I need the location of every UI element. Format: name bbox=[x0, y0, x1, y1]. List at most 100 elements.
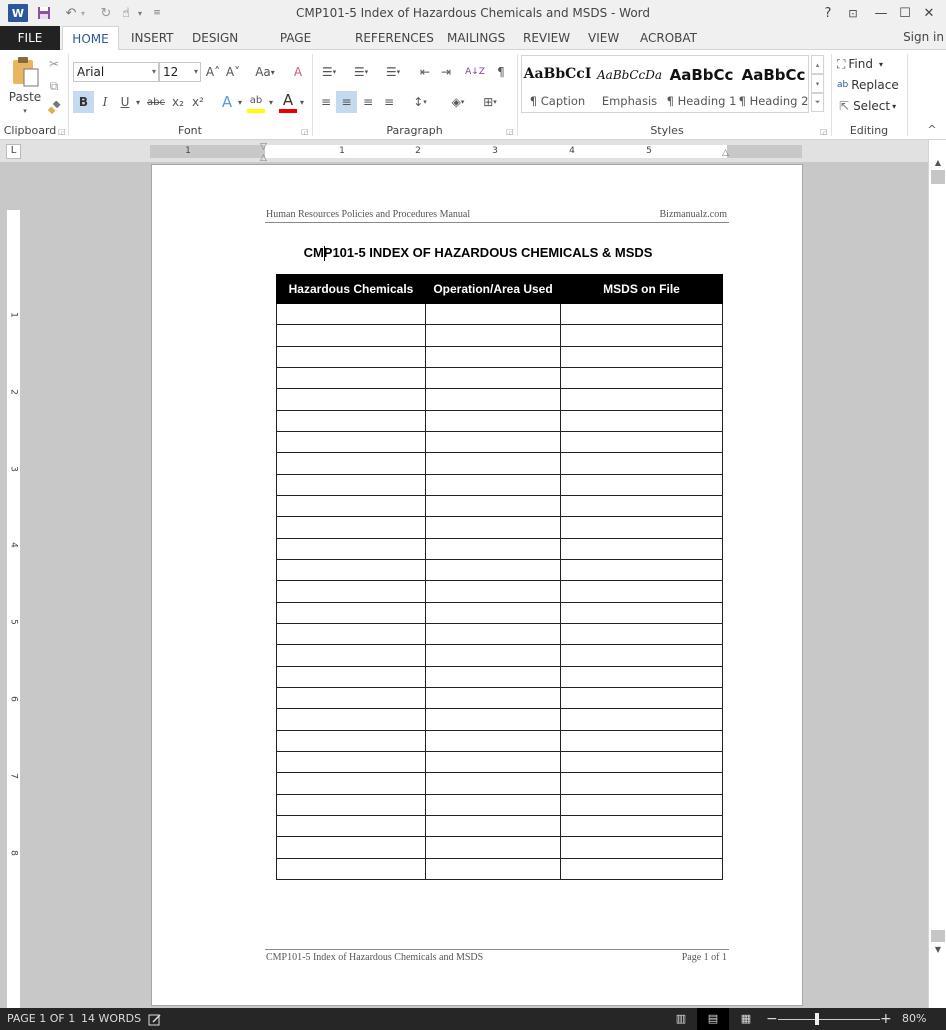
show-formatting-marks-button[interactable]: ¶ bbox=[492, 62, 510, 82]
style-emphasis[interactable]: AaBbCcDa Emphasis bbox=[594, 56, 665, 112]
table-cell[interactable] bbox=[425, 772, 561, 795]
table-cell[interactable] bbox=[425, 857, 561, 880]
table-cell[interactable] bbox=[425, 388, 561, 411]
table-cell[interactable] bbox=[276, 473, 426, 496]
table-cell[interactable] bbox=[276, 622, 426, 646]
right-indent-marker[interactable]: △ bbox=[722, 148, 729, 158]
table-cell[interactable] bbox=[425, 708, 561, 731]
paragraph-launcher-icon[interactable]: ◲ bbox=[506, 127, 514, 136]
find-button[interactable]: ⛶ Find ▾ bbox=[837, 55, 897, 73]
table-cell[interactable] bbox=[560, 644, 723, 667]
table-cell[interactable] bbox=[425, 622, 561, 646]
style-heading-2[interactable]: AaBbCc ¶ Heading 2 bbox=[738, 56, 809, 112]
table-cell[interactable] bbox=[560, 302, 723, 326]
cut-icon[interactable]: ✂ bbox=[46, 56, 62, 72]
table-cell[interactable] bbox=[276, 814, 426, 838]
table-cell[interactable] bbox=[276, 430, 426, 454]
table-cell[interactable] bbox=[560, 750, 723, 774]
table-cell[interactable] bbox=[276, 580, 426, 603]
scroll-thumb[interactable] bbox=[931, 170, 945, 184]
table-cell[interactable] bbox=[425, 793, 561, 816]
paste-icon[interactable] bbox=[10, 56, 42, 88]
line-spacing-button[interactable]: ↕ ▾ bbox=[406, 91, 434, 113]
table-cell[interactable] bbox=[425, 665, 561, 688]
numbering-button[interactable]: ☰ ▾ bbox=[348, 62, 374, 82]
copy-icon[interactable]: ⧉ bbox=[46, 78, 62, 94]
underline-button[interactable]: U bbox=[116, 91, 134, 113]
table-cell[interactable] bbox=[560, 580, 723, 603]
table-cell[interactable] bbox=[425, 324, 561, 347]
styles-scroll-down-button[interactable]: ▾ bbox=[811, 74, 824, 93]
table-cell[interactable] bbox=[276, 665, 426, 688]
table-cell[interactable] bbox=[425, 814, 561, 838]
styles-launcher-icon[interactable]: ◲ bbox=[820, 127, 828, 136]
table-cell[interactable] bbox=[560, 686, 723, 710]
column-header-hazardous-chemicals[interactable]: Hazardous Chemicals bbox=[276, 274, 426, 304]
strikethrough-button[interactable]: abc bbox=[145, 91, 167, 113]
table-cell[interactable] bbox=[425, 345, 561, 368]
table-cell[interactable] bbox=[276, 644, 426, 667]
table-cell[interactable] bbox=[425, 473, 561, 496]
bullets-button[interactable]: ☰ ▾ bbox=[317, 62, 341, 82]
table-cell[interactable] bbox=[560, 452, 723, 475]
table-cell[interactable] bbox=[560, 622, 723, 646]
increase-indent-button[interactable]: ⇥ bbox=[437, 62, 455, 82]
align-center-button[interactable]: ≡ bbox=[336, 91, 357, 113]
table-cell[interactable] bbox=[560, 473, 723, 496]
table-cell[interactable] bbox=[425, 516, 561, 539]
replace-button[interactable]: ab Replace bbox=[837, 76, 903, 94]
table-cell[interactable] bbox=[425, 558, 561, 582]
table-cell[interactable] bbox=[425, 644, 561, 667]
table-cell[interactable] bbox=[425, 750, 561, 774]
table-cell[interactable] bbox=[560, 793, 723, 816]
justify-button[interactable]: ≡ bbox=[379, 91, 399, 113]
table-cell[interactable] bbox=[276, 686, 426, 710]
table-cell[interactable] bbox=[276, 324, 426, 347]
table-cell[interactable] bbox=[560, 537, 723, 560]
italic-button[interactable]: I bbox=[96, 91, 114, 113]
zoom-level[interactable]: 80% bbox=[902, 1008, 926, 1030]
decrease-indent-button[interactable]: ⇤ bbox=[416, 62, 434, 82]
table-cell[interactable] bbox=[560, 345, 723, 368]
underline-dropdown-icon[interactable]: ▾ bbox=[134, 91, 142, 113]
page-count[interactable]: PAGE 1 OF 1 bbox=[7, 1008, 75, 1030]
table-cell[interactable] bbox=[276, 516, 426, 539]
first-line-indent-marker[interactable]: ▽ bbox=[260, 142, 267, 152]
scroll-up-button[interactable]: ▲ bbox=[931, 156, 945, 170]
scroll-down-button[interactable]: ▼ bbox=[931, 943, 945, 957]
shrink-font-button[interactable]: A˅ bbox=[224, 63, 242, 81]
zoom-out-button[interactable]: − bbox=[766, 1008, 778, 1030]
select-button[interactable]: ⇱ Select ▾ bbox=[839, 97, 905, 115]
table-cell[interactable] bbox=[276, 366, 426, 390]
zoom-slider-thumb[interactable] bbox=[815, 1013, 819, 1025]
table-cell[interactable] bbox=[560, 729, 723, 752]
tab-design[interactable]: DESIGN bbox=[192, 26, 238, 50]
table-cell[interactable] bbox=[560, 409, 723, 432]
table-cell[interactable] bbox=[425, 729, 561, 752]
document-title[interactable]: CMP101-5 INDEX OF HAZARDOUS CHEMICALS & … bbox=[152, 245, 804, 260]
table-cell[interactable] bbox=[560, 324, 723, 347]
table-cell[interactable] bbox=[425, 494, 561, 518]
font-color-dropdown-icon[interactable]: ▾ bbox=[298, 91, 306, 113]
horizontal-ruler[interactable]: 1 1 2 3 4 5 ▽ △ △ bbox=[150, 142, 802, 163]
ribbon-display-options-button[interactable]: ⊡ bbox=[842, 4, 864, 22]
table-cell[interactable] bbox=[276, 388, 426, 411]
table-cell[interactable] bbox=[276, 793, 426, 816]
styles-scroll-up-button[interactable]: ▴ bbox=[811, 55, 824, 74]
table-cell[interactable] bbox=[425, 601, 561, 624]
table-cell[interactable] bbox=[560, 772, 723, 795]
table-cell[interactable] bbox=[276, 601, 426, 624]
table-cell[interactable] bbox=[425, 452, 561, 475]
tab-references[interactable]: REFERENCES bbox=[355, 26, 434, 50]
styles-more-button[interactable]: ⏷ bbox=[811, 93, 824, 112]
table-cell[interactable] bbox=[425, 537, 561, 560]
subscript-button[interactable]: x₂ bbox=[169, 91, 187, 113]
clipboard-launcher-icon[interactable]: ◲ bbox=[58, 127, 66, 136]
table-cell[interactable] bbox=[276, 537, 426, 560]
table-cell[interactable] bbox=[560, 494, 723, 518]
grow-font-button[interactable]: A˄ bbox=[204, 63, 222, 81]
font-size-combo[interactable]: 12 ▾ bbox=[159, 62, 201, 82]
table-cell[interactable] bbox=[560, 366, 723, 390]
web-layout-button[interactable]: ▦ bbox=[737, 1008, 755, 1030]
borders-button[interactable]: ⊞ ▾ bbox=[476, 91, 504, 113]
